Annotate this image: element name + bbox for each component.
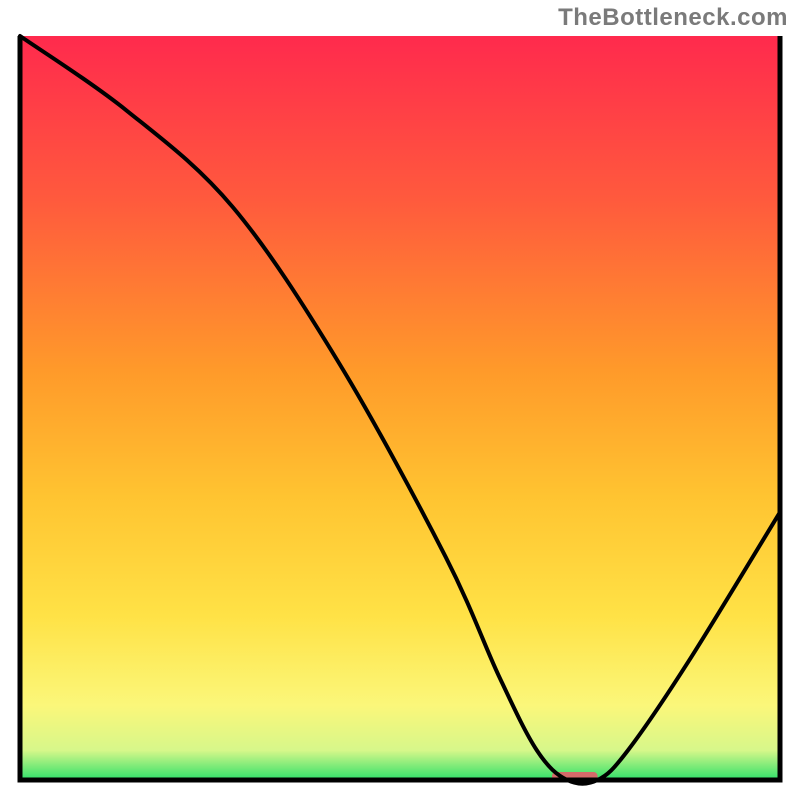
plot-background (20, 36, 780, 780)
bottleneck-chart (0, 0, 800, 800)
chart-container: TheBottleneck.com (0, 0, 800, 800)
watermark-text: TheBottleneck.com (558, 4, 788, 32)
